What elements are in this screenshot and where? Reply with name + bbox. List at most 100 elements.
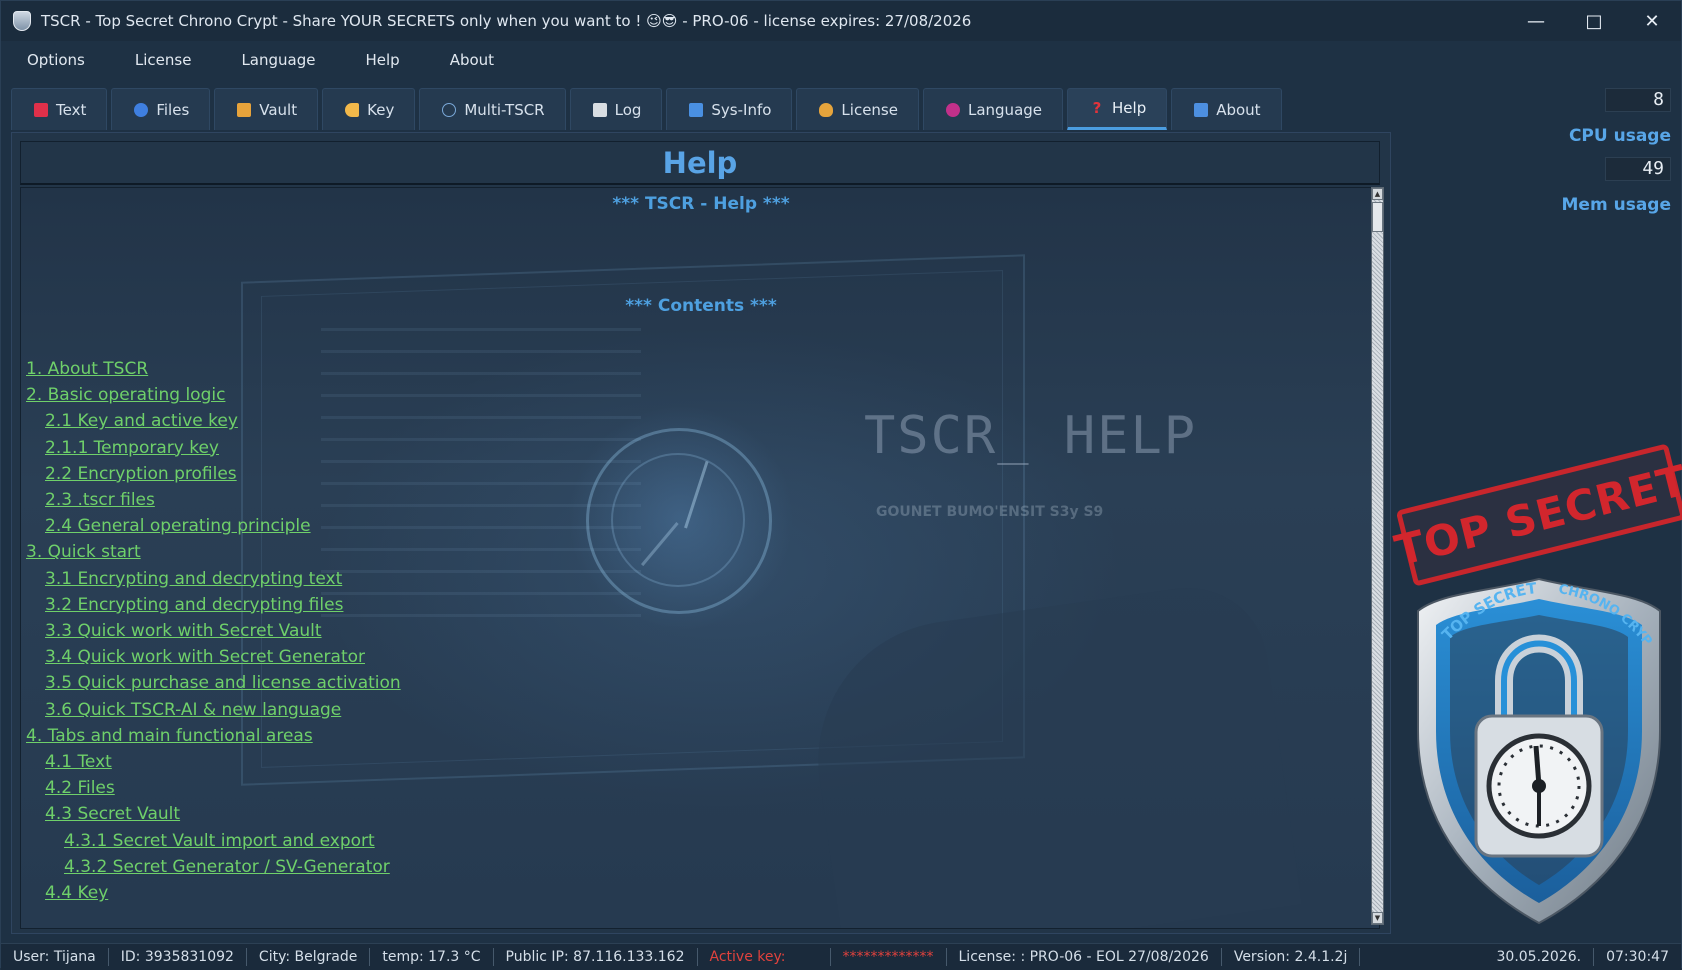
key-icon <box>345 102 360 117</box>
tab-sys-info[interactable]: Sys-Info <box>666 88 793 130</box>
shield-logo-icon <box>13 11 31 31</box>
background-sub-label: GOUNET BUMO'ENSIT S3y S9 <box>876 504 1104 520</box>
tab-label: Help <box>1112 99 1147 117</box>
tab-multi-tscr[interactable]: Multi-TSCR <box>419 88 566 130</box>
tab-language[interactable]: Language <box>922 88 1064 130</box>
tab-about[interactable]: About <box>1171 88 1282 130</box>
scroll-thumb[interactable] <box>1372 202 1383 232</box>
page-title: Help <box>662 145 738 180</box>
window-controls: — □ ✕ <box>1507 1 1681 41</box>
toc-link[interactable]: 1. About TSCR <box>26 356 401 382</box>
bar-chart-icon <box>689 102 704 117</box>
status-version: Version: 2.4.1.2j <box>1222 948 1361 966</box>
stamp-text: TOP SECRET <box>1389 455 1682 575</box>
help-scrollbar[interactable]: ▲ ▼ <box>1371 187 1384 925</box>
toc-link[interactable]: 4. Tabs and main functional areas <box>26 723 401 749</box>
tab-label: Key <box>367 100 395 119</box>
toc-link[interactable]: 2.3 .tscr files <box>26 487 401 513</box>
globe-icon <box>134 102 149 117</box>
tab-label: Text <box>56 100 87 119</box>
close-button[interactable]: ✕ <box>1623 1 1681 41</box>
tab-vault[interactable]: Vault <box>214 88 319 130</box>
menu-bar: Options License Language Help About <box>1 41 1681 79</box>
tab-license[interactable]: License <box>796 88 919 130</box>
background-help-label: TSCR_ HELP <box>864 406 1198 466</box>
app-window: TSCR - Top Secret Chrono Crypt - Share Y… <box>0 0 1682 970</box>
maximize-button[interactable]: □ <box>1565 1 1623 41</box>
status-active-key-label: Active key: <box>698 948 831 966</box>
tab-label: Vault <box>259 100 298 119</box>
status-active-key-value: ************* <box>831 948 947 966</box>
tab-help[interactable]: ? Help <box>1067 88 1168 130</box>
toc-link[interactable]: 3.2 Encrypting and decrypting files <box>26 592 401 618</box>
money-bag-icon <box>819 102 834 117</box>
document-icon <box>592 102 607 117</box>
tab-label: Log <box>614 100 642 119</box>
toc-link[interactable]: 3.3 Quick work with Secret Vault <box>26 618 401 644</box>
toc-link[interactable]: 2.1 Key and active key <box>26 408 401 434</box>
toc-link[interactable]: 2.1.1 Temporary key <box>26 435 401 461</box>
toc-link[interactable]: 2. Basic operating logic <box>26 382 401 408</box>
tab-text[interactable]: Text <box>11 88 108 130</box>
status-time: 07:30:47 <box>1606 949 1669 965</box>
menu-help[interactable]: Help <box>365 51 399 69</box>
toc-link[interactable]: 4.3.1 Secret Vault import and export <box>26 828 401 854</box>
tab-label: Files <box>156 100 190 119</box>
mem-usage-label: Mem usage <box>1561 195 1671 215</box>
toc-link[interactable]: 4.4 Key <box>26 880 401 906</box>
contents-heading: *** Contents *** <box>625 296 777 316</box>
background-clock-inner <box>611 453 745 587</box>
help-content[interactable]: TSCR_ HELP GOUNET BUMO'ENSIT S3y S9 *** … <box>20 187 1380 929</box>
status-public-ip: Public IP: 87.116.133.162 <box>494 948 698 966</box>
minimize-button[interactable]: — <box>1507 1 1565 41</box>
menu-options[interactable]: Options <box>27 51 85 69</box>
status-city: City: Belgrade <box>247 948 371 966</box>
status-license: License: : PRO-06 - EOL 27/08/2026 <box>947 948 1222 966</box>
toc-link[interactable]: 3.5 Quick purchase and license activatio… <box>26 670 401 696</box>
tab-label: License <box>841 100 898 119</box>
status-temp: temp: 17.3 °C <box>370 948 494 966</box>
help-heading: *** TSCR - Help *** <box>612 194 790 214</box>
window-title: TSCR - Top Secret Chrono Crypt - Share Y… <box>41 12 972 30</box>
status-date: 30.05.2026. <box>1485 948 1595 966</box>
toc-link[interactable]: 2.4 General operating principle <box>26 513 401 539</box>
cpu-usage-label: CPU usage <box>1568 126 1671 146</box>
tab-label: Language <box>967 100 1043 119</box>
text-icon <box>34 102 48 117</box>
scroll-down-arrow[interactable]: ▼ <box>1372 912 1383 924</box>
table-of-contents: 1. About TSCR 2. Basic operating logic 2… <box>26 356 401 906</box>
toc-link[interactable]: 4.3.2 Secret Generator / SV-Generator <box>26 854 401 880</box>
toc-link[interactable]: 3.4 Quick work with Secret Generator <box>26 644 401 670</box>
tab-strip: Text Files Vault Key Multi-TSCR Log Sys-… <box>11 88 1282 132</box>
vault-icon <box>237 102 252 117</box>
menu-about[interactable]: About <box>450 51 494 69</box>
cpu-usage-value: 8 <box>1605 88 1671 112</box>
status-id: ID: 3935831092 <box>109 948 247 966</box>
tab-log[interactable]: Log <box>569 88 663 130</box>
m-circle-icon <box>442 102 457 117</box>
top-secret-stamp: TOP SECRET <box>1390 443 1682 587</box>
tab-key[interactable]: Key <box>322 88 416 130</box>
toc-link[interactable]: 3. Quick start <box>26 539 401 565</box>
toc-link[interactable]: 2.2 Encryption profiles <box>26 461 401 487</box>
shield-lock-logo: TOP SECRET CHRONO CRYPT <box>1408 571 1661 925</box>
toc-link[interactable]: 3.6 Quick TSCR-AI & new language <box>26 697 401 723</box>
status-user: User: Tijana <box>1 948 109 966</box>
info-icon <box>1194 102 1209 117</box>
mem-usage-value: 49 <box>1605 157 1671 181</box>
tab-label: About <box>1216 100 1261 119</box>
tab-label: Multi-TSCR <box>464 100 545 119</box>
scroll-up-arrow[interactable]: ▲ <box>1372 188 1383 200</box>
title-bar: TSCR - Top Secret Chrono Crypt - Share Y… <box>1 1 1681 41</box>
language-icon <box>945 102 960 117</box>
toc-link[interactable]: 3.1 Encrypting and decrypting text <box>26 566 401 592</box>
tab-label: Sys-Info <box>711 100 772 119</box>
menu-language[interactable]: Language <box>241 51 315 69</box>
question-icon: ? <box>1092 99 1102 117</box>
toc-link[interactable]: 4.1 Text <box>26 749 401 775</box>
help-header: Help <box>20 141 1380 185</box>
menu-license[interactable]: License <box>135 51 192 69</box>
toc-link[interactable]: 4.3 Secret Vault <box>26 801 401 827</box>
tab-files[interactable]: Files <box>111 88 211 130</box>
toc-link[interactable]: 4.2 Files <box>26 775 401 801</box>
